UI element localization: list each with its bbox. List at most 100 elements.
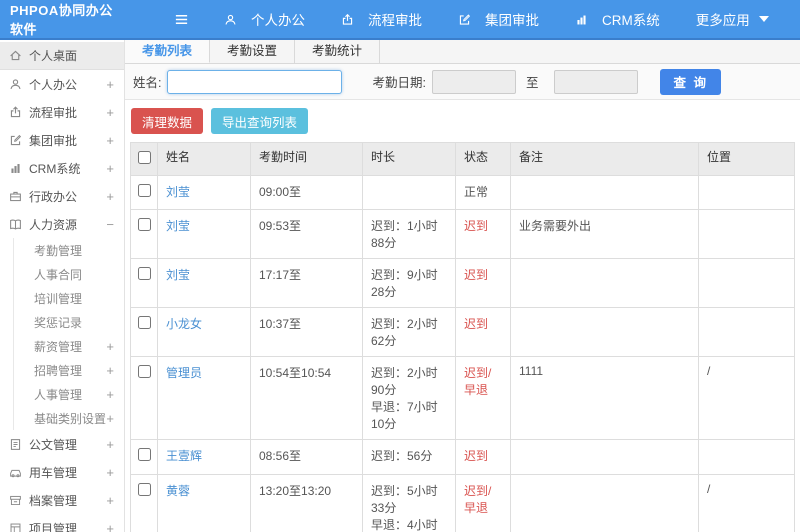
employee-name-link[interactable]: 刘莹 xyxy=(166,219,190,233)
time-cell: 09:00至 xyxy=(250,175,363,210)
time-cell: 09:53至 xyxy=(250,209,363,259)
query-button[interactable]: 查 询 xyxy=(660,68,721,95)
briefcase-icon xyxy=(9,190,22,203)
sidebar-item-crm-system[interactable]: CRM系统 + xyxy=(0,154,124,182)
tab-attendance-stats[interactable]: 考勤统计 xyxy=(295,40,381,63)
clean-data-button[interactable]: 清理数据 xyxy=(131,108,204,134)
sidebar-subitem-label: 培训管理 xyxy=(34,291,83,306)
sidebar-item-label: 集团审批 xyxy=(29,133,78,148)
sidebar-item-personal-office[interactable]: 个人办公 + xyxy=(0,70,124,98)
hamburger-menu-icon[interactable] xyxy=(173,12,190,27)
action-buttons: 清理数据 导出查询列表 xyxy=(125,100,800,142)
sidebar-subitem-training[interactable]: 培训管理 xyxy=(14,286,124,310)
top-header: PHPOA协同办公软件 个人办公 流程审批 集团审批 CRM系统 更多应用 xyxy=(0,0,800,40)
nav-crm-system[interactable]: CRM系统 xyxy=(575,9,660,29)
sidebar-subitem-salary[interactable]: 薪资管理 + xyxy=(14,334,124,358)
expand-indicator: + xyxy=(106,160,114,176)
row-check-cell xyxy=(130,258,158,308)
status-cell: 迟到 xyxy=(455,307,511,357)
attendance-table: 姓名 考勤时间 时长 状态 备注 位置 刘莹 09:00至 正常 刘莹 09:5… xyxy=(130,142,795,532)
sidebar-subitem-base-category[interactable]: 基础类别设置 + xyxy=(14,406,124,430)
nav-label: 更多应用 xyxy=(695,13,750,28)
sidebar-item-personal-desktop[interactable]: 个人桌面 xyxy=(0,42,124,70)
status-cell: 迟到/早退 xyxy=(455,474,511,532)
table-row: 王壹辉 08:56至 迟到：56分 迟到 xyxy=(130,439,795,475)
nav-label: 流程审批 xyxy=(368,13,422,28)
tab-attendance-list[interactable]: 考勤列表 xyxy=(125,40,211,63)
row-checkbox[interactable] xyxy=(137,448,151,461)
user-icon xyxy=(224,13,237,26)
sidebar-subitem-label: 人事合同 xyxy=(34,267,83,282)
row-checkbox[interactable] xyxy=(137,316,151,329)
employee-name-link[interactable]: 王壹辉 xyxy=(166,449,202,463)
date-to-input[interactable] xyxy=(554,69,639,94)
sidebar-item-admin-office[interactable]: 行政办公 + xyxy=(0,182,124,210)
nav-group-approval[interactable]: 集团审批 xyxy=(458,9,539,29)
sidebar-item-human-resources[interactable]: 人力资源 − xyxy=(0,210,124,238)
name-cell: 刘莹 xyxy=(157,209,251,259)
name-input[interactable] xyxy=(167,69,343,94)
table-row: 小龙女 10:37至 迟到：2小时62分 迟到 xyxy=(130,307,795,357)
name-cell: 刘莹 xyxy=(157,258,251,308)
nav-personal-office[interactable]: 个人办公 xyxy=(224,9,305,29)
time-cell: 17:17至 xyxy=(250,258,363,308)
collapse-indicator: − xyxy=(106,216,114,232)
sidebar-subitem-rewards[interactable]: 奖惩记录 xyxy=(14,310,124,334)
employee-name-link[interactable]: 管理员 xyxy=(166,366,202,380)
duration-line: 迟到：5小时33分 xyxy=(371,484,438,515)
row-checkbox[interactable] xyxy=(137,184,151,197)
employee-name-link[interactable]: 小龙女 xyxy=(166,317,202,331)
select-all-checkbox[interactable] xyxy=(137,151,151,164)
col-header-name: 姓名 xyxy=(157,142,251,176)
sidebar-subitem-label: 基础类别设置 xyxy=(34,411,107,426)
nav-label: CRM系统 xyxy=(602,13,660,28)
edit-icon xyxy=(9,134,22,147)
sidebar-subitem-personnel[interactable]: 人事管理 + xyxy=(14,382,124,406)
sidebar-subitem-hr-contract[interactable]: 人事合同 xyxy=(14,262,124,286)
duration-cell: 迟到：2小时90分 早退：7小时10分 xyxy=(362,356,456,440)
expand-indicator: + xyxy=(106,492,114,508)
sidebar-item-group-approval[interactable]: 集团审批 + xyxy=(0,126,124,154)
sidebar-item-project-mgmt[interactable]: 项目管理 + xyxy=(0,514,124,532)
sidebar-item-document-mgmt[interactable]: 公文管理 + xyxy=(0,430,124,458)
employee-name-link[interactable]: 黄蓉 xyxy=(166,484,190,498)
location-cell: / xyxy=(698,474,795,532)
table-row: 刘莹 09:53至 迟到：1小时88分 迟到 业务需要外出 xyxy=(130,209,795,259)
status-cell: 迟到/早退 xyxy=(455,356,511,440)
employee-name-link[interactable]: 刘莹 xyxy=(166,185,190,199)
nav-process-approval[interactable]: 流程审批 xyxy=(341,9,422,29)
row-checkbox[interactable] xyxy=(137,267,151,280)
sidebar-item-label: 个人桌面 xyxy=(29,49,78,63)
sidebar-subitem-recruiting[interactable]: 招聘管理 + xyxy=(14,358,124,382)
export-list-button[interactable]: 导出查询列表 xyxy=(211,108,309,134)
expand-indicator: + xyxy=(106,436,114,452)
name-cell: 黄蓉 xyxy=(157,474,251,532)
status-cell: 迟到 xyxy=(455,258,511,308)
sidebar-item-vehicle-mgmt[interactable]: 用车管理 + xyxy=(0,458,124,486)
nav-label: 个人办公 xyxy=(251,13,305,28)
location-cell xyxy=(698,175,795,210)
name-cell: 王壹辉 xyxy=(157,439,251,475)
location-cell xyxy=(698,439,795,475)
sidebar-subitem-label: 奖惩记录 xyxy=(34,315,83,330)
note-cell: 1111 xyxy=(510,356,699,440)
row-checkbox[interactable] xyxy=(137,218,151,231)
sidebar-item-label: 流程审批 xyxy=(29,105,78,120)
note-cell xyxy=(510,307,699,357)
sidebar-item-process-approval[interactable]: 流程审批 + xyxy=(0,98,124,126)
sidebar-item-label: 行政办公 xyxy=(29,189,78,204)
time-cell: 10:54至10:54 xyxy=(250,356,363,440)
sidebar-item-archive-mgmt[interactable]: 档案管理 + xyxy=(0,486,124,514)
duration-line: 迟到：1小时88分 xyxy=(371,219,438,250)
app-logo: PHPOA协同办公软件 xyxy=(10,3,113,37)
sidebar-subitem-attendance[interactable]: 考勤管理 xyxy=(14,238,124,262)
nav-more-apps[interactable]: 更多应用 xyxy=(696,9,769,29)
employee-name-link[interactable]: 刘莹 xyxy=(166,268,190,282)
row-checkbox[interactable] xyxy=(137,483,151,496)
row-check-cell xyxy=(130,439,158,475)
row-checkbox[interactable] xyxy=(137,365,151,378)
duration-line: 早退：4小时67分 xyxy=(371,518,438,532)
date-from-input[interactable] xyxy=(431,69,516,94)
tab-attendance-settings[interactable]: 考勤设置 xyxy=(210,40,296,63)
row-check-cell xyxy=(130,356,158,440)
